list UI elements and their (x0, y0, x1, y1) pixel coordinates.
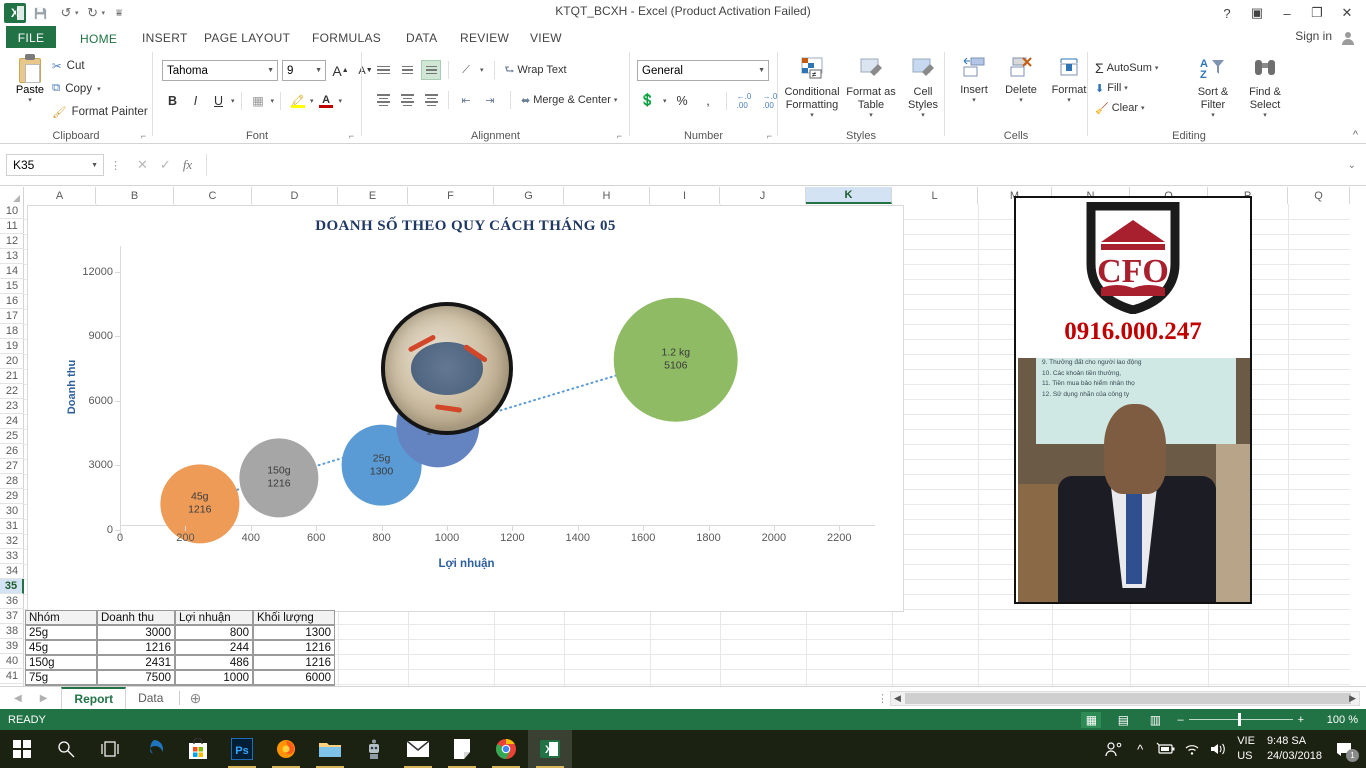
data-table: Nhóm Doanh thu Lợi nhuận Khối lượng 25g 3000 8… (0, 0, 1366, 686)
table-cell[interactable]: 3000 (97, 625, 175, 640)
status-text: READY (8, 713, 46, 726)
notification-center-icon[interactable]: 1 (1328, 730, 1362, 768)
sheet-tab-report[interactable]: Report (61, 687, 127, 709)
scroll-right-icon[interactable]: ▶ (1349, 693, 1356, 704)
edge-icon[interactable] (132, 730, 176, 768)
zoom-level-label[interactable]: 100 % (1316, 714, 1358, 726)
table-cell[interactable]: 1000 (175, 670, 253, 685)
table-cell[interactable]: 2431 (97, 655, 175, 670)
table-cell[interactable]: 6000 (253, 670, 335, 685)
task-view-icon[interactable] (88, 730, 132, 768)
add-sheet-button[interactable]: ⊕ (184, 687, 206, 709)
language-line-2: US (1237, 750, 1253, 762)
clock-date: 24/03/2018 (1266, 750, 1322, 762)
notification-badge: 1 (1346, 749, 1359, 762)
people-icon[interactable] (1101, 730, 1127, 768)
status-bar: READY ▦ ▤ ▥ – + 100 % (0, 709, 1366, 730)
zoom-slider[interactable]: – + (1177, 713, 1304, 726)
sheet-tab-bar: ◀ ▶ Report Data ⊕ ⋮ ◀ ▶ (0, 686, 1366, 709)
battery-icon[interactable] (1153, 730, 1179, 768)
svg-text:X: X (545, 744, 553, 756)
clock[interactable]: 9:48 SA 24/03/2018 (1261, 734, 1328, 764)
notes-icon[interactable] (440, 730, 484, 768)
system-tray: ^ VIE US 9:48 SA 24/03/2018 1 (1101, 730, 1366, 768)
taskbar: Ps X ^ VIE US 9:48 SA 24/03/2018 1 (0, 730, 1366, 768)
excel-taskbar-icon[interactable]: X (528, 730, 572, 768)
table-cell[interactable]: 1216 (253, 655, 335, 670)
show-hidden-icons-icon[interactable]: ^ (1127, 730, 1153, 768)
table-cell[interactable]: 244 (175, 640, 253, 655)
zoom-slider-track[interactable] (1188, 713, 1293, 726)
scroll-left-icon[interactable]: ◀ (894, 693, 901, 704)
store-icon[interactable] (176, 730, 220, 768)
table-header-cell[interactable]: Lợi nhuận (175, 610, 253, 625)
table-cell[interactable]: 150g (25, 655, 97, 670)
search-icon[interactable] (44, 730, 88, 768)
table-cell[interactable]: 800 (175, 625, 253, 640)
table-cell[interactable]: 45g (25, 640, 97, 655)
table-cell[interactable]: 486 (175, 655, 253, 670)
mail-icon[interactable] (396, 730, 440, 768)
table-header-cell[interactable]: Nhóm (25, 610, 97, 625)
page-break-view-button[interactable]: ▥ (1145, 712, 1165, 728)
language-indicator[interactable]: VIE US (1231, 734, 1261, 764)
table-header-cell[interactable]: Doanh thu (97, 610, 175, 625)
wifi-icon[interactable] (1179, 730, 1205, 768)
table-header-cell[interactable]: Khối lượng (253, 610, 335, 625)
table-cell[interactable]: 1300 (253, 625, 335, 640)
language-line-1: VIE (1237, 735, 1255, 748)
firefox-icon[interactable] (264, 730, 308, 768)
table-cell[interactable]: 7500 (97, 670, 175, 685)
scrollbar-split-handle[interactable]: ⋮ (875, 692, 890, 705)
chrome-icon[interactable] (484, 730, 528, 768)
table-cell[interactable]: 25g (25, 625, 97, 640)
sheet-tab-data[interactable]: Data (126, 687, 175, 709)
svg-text:Ps: Ps (235, 745, 248, 757)
file-explorer-icon[interactable] (308, 730, 352, 768)
volume-icon[interactable] (1205, 730, 1231, 768)
page-layout-view-button[interactable]: ▤ (1113, 712, 1133, 728)
zoom-in-button[interactable]: + (1298, 714, 1304, 726)
table-cell[interactable]: 75g (25, 670, 97, 685)
table-cell[interactable]: 1216 (253, 640, 335, 655)
robot-icon[interactable] (352, 730, 396, 768)
zoom-out-button[interactable]: – (1177, 714, 1183, 726)
next-sheet-icon[interactable]: ▶ (40, 693, 48, 704)
horizontal-scrollbar[interactable]: ◀ ▶ (890, 690, 1360, 706)
photoshop-icon[interactable]: Ps (220, 730, 264, 768)
clock-time: 9:48 SA (1266, 735, 1307, 748)
table-cell[interactable]: 1216 (97, 640, 175, 655)
normal-view-button[interactable]: ▦ (1081, 711, 1102, 728)
start-button[interactable] (0, 730, 44, 768)
sheet-tab-divider (179, 691, 181, 705)
horizontal-scroll-thumb[interactable] (905, 692, 1351, 704)
previous-sheet-icon[interactable]: ◀ (14, 693, 22, 704)
